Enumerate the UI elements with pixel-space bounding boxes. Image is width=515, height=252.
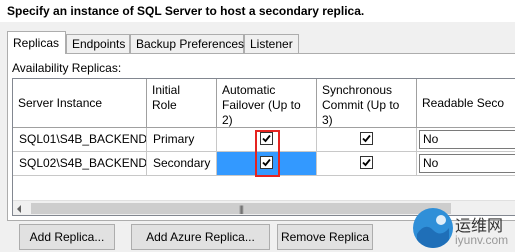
server-instance-cell[interactable]: SQL01\S4B_BACKEND bbox=[13, 128, 147, 152]
synchronous-commit-checkbox[interactable] bbox=[360, 156, 373, 170]
availability-replicas-label: Availability Replicas: bbox=[12, 61, 122, 75]
col-header-initial-role[interactable]: Initial Role bbox=[147, 79, 217, 128]
tab-endpoints[interactable]: Endpoints bbox=[66, 34, 130, 53]
readable-secondary-cell[interactable]: No bbox=[417, 128, 515, 152]
readable-secondary-select[interactable]: No bbox=[419, 154, 515, 173]
remove-replica-button[interactable]: Remove Replica bbox=[277, 224, 373, 250]
add-azure-replica-button[interactable]: Add Azure Replica... bbox=[131, 224, 270, 250]
readable-secondary-select[interactable]: No bbox=[419, 130, 515, 149]
scrollbar-thumb[interactable]: ||| bbox=[31, 203, 451, 214]
server-instance-cell[interactable]: SQL02\S4B_BACKEND bbox=[13, 152, 147, 176]
scrollbar-grip-icon: ||| bbox=[239, 204, 244, 214]
initial-role-cell[interactable]: Primary bbox=[147, 128, 217, 152]
col-header-automatic-failover[interactable]: Automatic Failover (Up to 2) bbox=[217, 79, 317, 128]
scroll-left-arrow-icon[interactable] bbox=[17, 205, 21, 213]
watermark-logo-icon bbox=[413, 208, 453, 248]
automatic-failover-checkbox[interactable] bbox=[260, 132, 273, 146]
add-replica-button[interactable]: Add Replica... bbox=[19, 224, 115, 250]
replicas-grid: Server Instance Initial Role Automatic F… bbox=[12, 78, 515, 216]
table-row[interactable]: SQL01\S4B_BACKEND Primary No bbox=[13, 128, 515, 152]
tab-backup-preferences[interactable]: Backup Preferences bbox=[130, 34, 244, 53]
col-header-synchronous-commit[interactable]: Synchronous Commit (Up to 3) bbox=[317, 79, 417, 128]
automatic-failover-checkbox[interactable] bbox=[260, 156, 273, 170]
page-instruction: Specify an instance of SQL Server to hos… bbox=[7, 4, 365, 18]
table-row[interactable]: SQL02\S4B_BACKEND Secondary No bbox=[13, 152, 515, 176]
col-header-server-instance[interactable]: Server Instance bbox=[13, 79, 147, 128]
synchronous-commit-cell[interactable] bbox=[317, 152, 417, 176]
initial-role-cell[interactable]: Secondary bbox=[147, 152, 217, 176]
synchronous-commit-checkbox[interactable] bbox=[360, 132, 373, 146]
watermark-subtext: iyunv.com bbox=[455, 233, 509, 247]
automatic-failover-cell[interactable] bbox=[217, 128, 317, 152]
automatic-failover-cell[interactable] bbox=[217, 152, 317, 176]
readable-secondary-cell[interactable]: No bbox=[417, 152, 515, 176]
tab-replicas[interactable]: Replicas bbox=[7, 31, 66, 54]
col-header-readable-secondary[interactable]: Readable Seco bbox=[417, 79, 515, 128]
synchronous-commit-cell[interactable] bbox=[317, 128, 417, 152]
tab-listener[interactable]: Listener bbox=[244, 34, 299, 53]
